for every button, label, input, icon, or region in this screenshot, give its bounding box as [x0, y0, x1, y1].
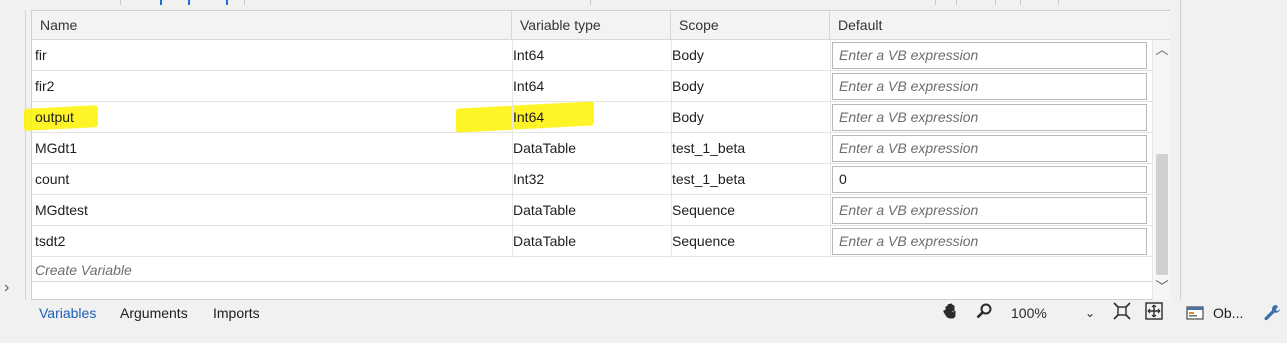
variable-name-cell[interactable]: MGdt1: [35, 133, 77, 164]
scrollbar-thumb[interactable]: [1156, 154, 1168, 275]
scope-cell[interactable]: Sequence: [672, 226, 735, 257]
tab-divider: [120, 0, 121, 5]
overview-icon[interactable]: [1142, 302, 1166, 324]
default-expression-input[interactable]: Enter a VB expression: [832, 73, 1147, 100]
default-expression-input[interactable]: Enter a VB expression: [832, 104, 1147, 131]
scope-cell[interactable]: Body: [672, 40, 704, 71]
column-divider: [830, 71, 831, 102]
tab-divider: [1058, 0, 1059, 5]
variable-name-cell[interactable]: fir: [35, 40, 47, 71]
tab-divider: [995, 0, 996, 5]
default-expression-input[interactable]: Enter a VB expression: [832, 197, 1147, 224]
variable-type-cell[interactable]: DataTable: [513, 195, 576, 226]
variable-name-cell[interactable]: fir2: [35, 71, 54, 102]
variable-type-cell[interactable]: Int64: [513, 71, 544, 102]
magnifier-icon[interactable]: [973, 302, 995, 324]
tab-variables[interactable]: Variables: [39, 303, 96, 323]
designer-bottom-bar: Variables Arguments Imports: [31, 300, 1170, 326]
column-divider: [830, 226, 831, 257]
table-row[interactable]: count Int32 test_1_beta 0: [32, 164, 1152, 195]
variables-panel: Name Variable type Scope Default fir Int…: [24, 10, 1171, 300]
scope-cell[interactable]: Body: [672, 102, 704, 133]
scroll-up-chevron-icon[interactable]: ︿: [1154, 42, 1170, 58]
scroll-down-chevron-icon[interactable]: ﹀: [1154, 279, 1170, 295]
vertical-scrollbar[interactable]: ︿ ﹀: [1152, 40, 1171, 300]
top-tab-strip: [0, 0, 1287, 10]
variable-type-cell[interactable]: DataTable: [513, 226, 576, 257]
default-expression-input[interactable]: Enter a VB expression: [832, 135, 1147, 162]
tab-arguments[interactable]: Arguments: [120, 303, 188, 323]
variable-type-cell[interactable]: Int64: [513, 40, 544, 71]
table-row[interactable]: fir2 Int64 Body Enter a VB expression: [32, 71, 1152, 102]
tab-divider: [244, 0, 245, 5]
panel-divider: [1180, 0, 1181, 300]
tab-divider: [935, 0, 936, 5]
scope-cell[interactable]: Body: [672, 71, 704, 102]
default-expression-input[interactable]: Enter a VB expression: [832, 228, 1147, 255]
scope-cell[interactable]: test_1_beta: [672, 133, 745, 164]
variable-type-cell[interactable]: Int64: [513, 102, 544, 133]
variable-name-cell[interactable]: count: [35, 164, 69, 195]
variables-grid-header: Name Variable type Scope Default: [32, 11, 1171, 40]
tab-divider: [956, 0, 957, 5]
tab-active-indicator: [160, 0, 162, 5]
column-divider: [830, 102, 831, 133]
chevron-down-icon[interactable]: ⌄: [1081, 302, 1099, 324]
column-divider: [830, 133, 831, 164]
object-browser-tab[interactable]: Ob...: [1213, 300, 1243, 326]
scope-cell[interactable]: Sequence: [672, 195, 735, 226]
hand-icon[interactable]: [940, 302, 962, 324]
default-expression-input[interactable]: 0: [832, 166, 1147, 193]
fit-to-screen-icon[interactable]: [1110, 302, 1134, 324]
table-row[interactable]: MGdtest DataTable Sequence Enter a VB ex…: [32, 195, 1152, 226]
variable-type-cell[interactable]: DataTable: [513, 133, 576, 164]
column-divider: [830, 40, 831, 71]
scope-cell[interactable]: test_1_beta: [672, 164, 745, 195]
column-divider: [830, 195, 831, 226]
variable-name-cell[interactable]: tsdt2: [35, 226, 65, 257]
column-header-variable-type[interactable]: Variable type: [512, 11, 671, 40]
column-header-default[interactable]: Default: [830, 11, 1171, 40]
default-expression-input[interactable]: Enter a VB expression: [832, 42, 1147, 69]
tab-active-indicator: [226, 0, 228, 5]
column-header-scope[interactable]: Scope: [671, 11, 830, 40]
object-browser-icon[interactable]: [1186, 300, 1208, 326]
wrench-icon[interactable]: [1262, 300, 1284, 326]
table-row[interactable]: MGdt1 DataTable test_1_beta Enter a VB e…: [32, 133, 1152, 164]
variable-type-cell[interactable]: Int32: [513, 164, 544, 195]
expand-panel-chevron-icon[interactable]: ›: [4, 280, 20, 296]
variable-name-cell[interactable]: output: [35, 102, 74, 133]
tab-divider: [1020, 0, 1021, 5]
column-header-name[interactable]: Name: [32, 11, 512, 40]
left-gutter: ›: [0, 10, 25, 300]
table-row[interactable]: fir Int64 Body Enter a VB expression: [32, 40, 1152, 71]
tab-active-indicator: [188, 0, 190, 5]
tab-divider: [590, 0, 591, 5]
right-side-panel: [1170, 0, 1287, 343]
create-variable-row[interactable]: Create Variable: [32, 260, 1152, 282]
tab-imports[interactable]: Imports: [213, 303, 260, 323]
zoom-level[interactable]: 100%: [1002, 302, 1062, 324]
left-divider: [25, 10, 26, 300]
variable-name-cell[interactable]: MGdtest: [35, 195, 88, 226]
column-divider: [830, 164, 831, 195]
table-row[interactable]: tsdt2 DataTable Sequence Enter a VB expr…: [32, 226, 1152, 257]
table-row[interactable]: output Int64 Body Enter a VB expression: [24, 101, 1152, 133]
